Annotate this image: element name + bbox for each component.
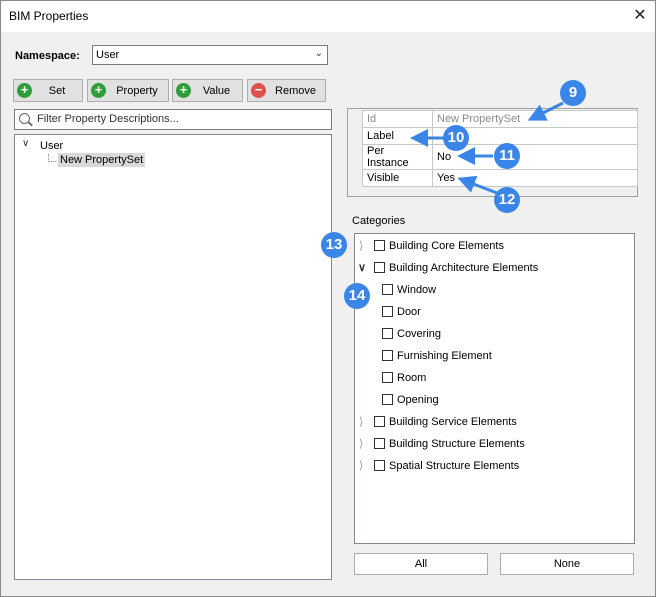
callout-arrow-12 [457,175,498,195]
callout-badge-9: 9 [560,80,586,106]
callout-badge-11: 11 [494,143,520,169]
callout-arrows [410,101,564,195]
callout-badge-10: 10 [443,125,469,151]
callout-badge-14: 14 [344,283,370,309]
callout-badge-13: 13 [321,232,347,258]
callout-badge-12: 12 [494,187,520,213]
callout-arrow-9 [527,101,564,121]
